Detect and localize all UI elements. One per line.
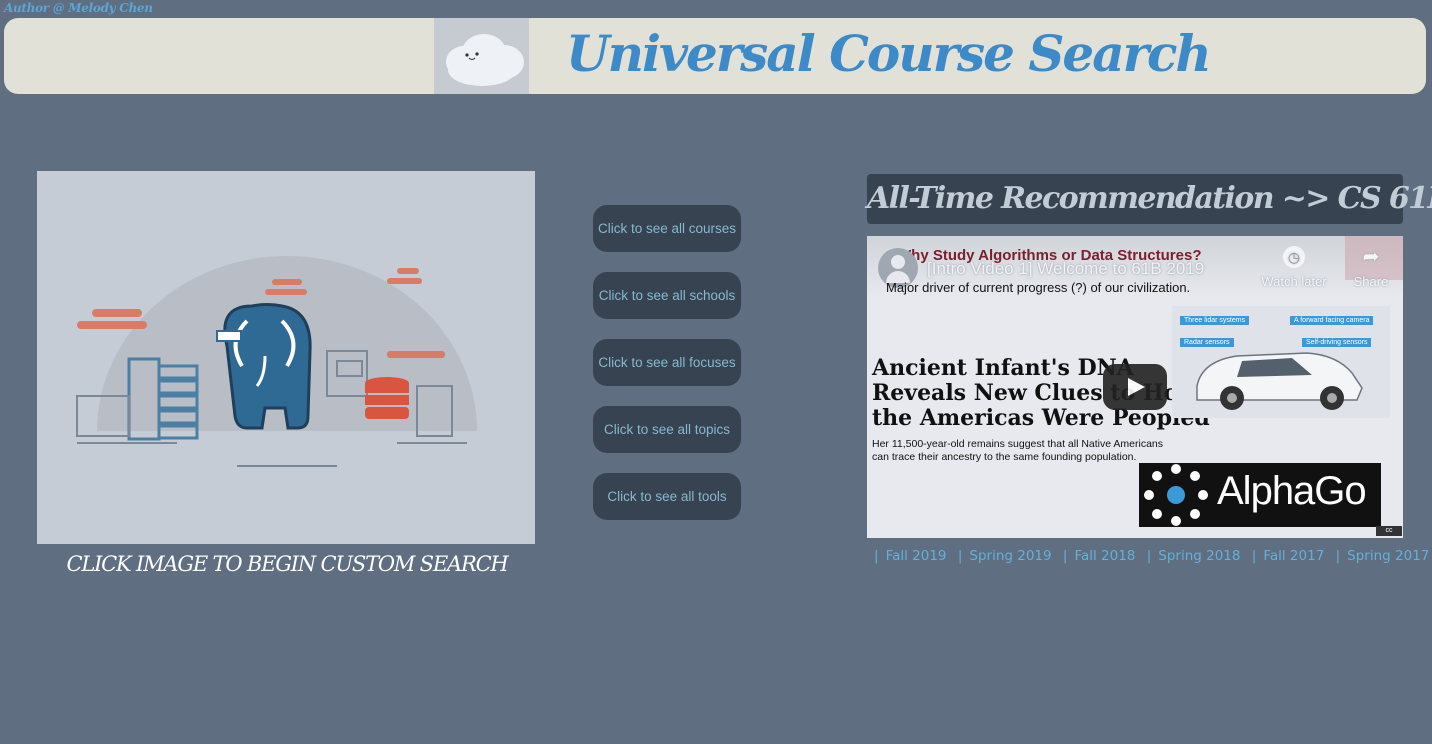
share-icon: ➦ bbox=[1362, 246, 1380, 268]
semester-link-fall-2019[interactable]: Fall 2019 bbox=[886, 548, 947, 564]
watch-later-label: Watch later bbox=[1261, 274, 1327, 289]
watch-later-button[interactable]: ◷ Watch later bbox=[1259, 246, 1329, 289]
recommendation-banner: All-Time Recommendation ~> CS 61B bbox=[867, 174, 1432, 224]
browse-buttons: Click to see all courses Click to see al… bbox=[593, 205, 741, 540]
clock-icon: ◷ bbox=[1283, 246, 1305, 268]
custom-search-image[interactable] bbox=[37, 171, 535, 544]
all-schools-button[interactable]: Click to see all schools bbox=[593, 272, 741, 319]
all-courses-button[interactable]: Click to see all courses bbox=[593, 205, 741, 252]
self-driving-car-image: Three lidar systems A forward facing cam… bbox=[1172, 306, 1390, 418]
author-credit: Author @ Melody Chen bbox=[4, 1, 153, 15]
recommendation-title: All-Time Recommendation ~> CS 61B bbox=[867, 181, 1432, 216]
semester-link-fall-2018[interactable]: Fall 2018 bbox=[1074, 548, 1135, 564]
cloud-icon bbox=[434, 18, 529, 94]
slide-subheading: Major driver of current progress (?) of … bbox=[886, 280, 1191, 295]
play-button[interactable] bbox=[1103, 364, 1167, 410]
semester-link-spring-2017[interactable]: Spring 2017 bbox=[1347, 548, 1429, 564]
semester-links: | Fall 2019 | Spring 2019 | Fall 2018 | Spri… bbox=[874, 548, 1430, 564]
news-headline-line: the Americas Were Peopled bbox=[872, 405, 1210, 431]
header-banner: Universal Course Search bbox=[4, 18, 1426, 94]
news-subtext: Her 11,500-year-old remains suggest that… bbox=[872, 438, 1164, 463]
custom-search-caption: CLICK IMAGE TO BEGIN CUSTOM SEARCH bbox=[66, 552, 508, 576]
alphago-logo: AlphaGo bbox=[1139, 463, 1381, 527]
semester-link-spring-2018[interactable]: Spring 2018 bbox=[1158, 548, 1240, 564]
share-label: Share bbox=[1353, 274, 1389, 289]
site-title: Universal Course Search bbox=[566, 24, 1212, 83]
semester-link-spring-2019[interactable]: Spring 2019 bbox=[969, 548, 1051, 564]
postgresql-elephant-illustration bbox=[76, 256, 477, 467]
video-player[interactable]: Why Study Algorithms or Data Structures?… bbox=[867, 236, 1403, 538]
all-focuses-button[interactable]: Click to see all focuses bbox=[593, 339, 741, 386]
all-tools-button[interactable]: Click to see all tools bbox=[593, 473, 741, 520]
alphago-text: AlphaGo bbox=[1217, 469, 1367, 513]
video-title[interactable]: [Intro Video 1] Welcome to 61B 2019 bbox=[927, 259, 1204, 279]
semester-link-fall-2017[interactable]: Fall 2017 bbox=[1263, 548, 1324, 564]
share-button[interactable]: ➦ Share bbox=[1345, 246, 1397, 289]
all-topics-button[interactable]: Click to see all topics bbox=[593, 406, 741, 453]
cc-license-icon: cc bbox=[1376, 526, 1402, 536]
